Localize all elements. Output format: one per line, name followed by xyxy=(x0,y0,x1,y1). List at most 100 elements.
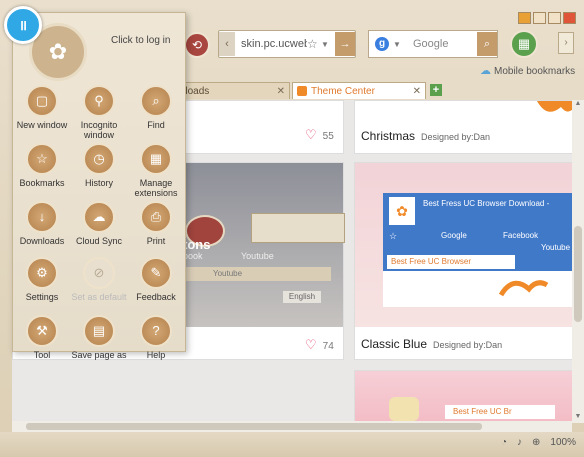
preview-text: Facebook xyxy=(503,231,539,240)
undo-closed-tab-icon[interactable]: ⟲ xyxy=(184,32,210,58)
find-icon: ⌕ xyxy=(140,85,172,117)
bookmark-star-icon: ☆ xyxy=(26,143,58,175)
heart-icon[interactable]: ♡ xyxy=(305,337,317,352)
card-caption: Christmas Designed by:Dan xyxy=(361,129,491,143)
volume-icon[interactable]: ♪ xyxy=(517,437,522,448)
skin-icon[interactable] xyxy=(518,12,531,24)
preview-text: Google xyxy=(441,231,467,240)
scroll-up-icon[interactable]: ▲ xyxy=(572,100,584,110)
horizontal-scrollbar[interactable] xyxy=(12,421,572,432)
theme-card-christmas[interactable]: Christmas Designed by:Dan xyxy=(354,100,572,154)
print-icon: ⎙ xyxy=(140,201,172,233)
address-bar: ‹ skin.pc.ucweb ☆ ▼ → xyxy=(218,30,356,58)
zoom-level[interactable]: 100% xyxy=(550,437,576,448)
menu-manage-extensions[interactable]: ▦ Manage extensions xyxy=(127,143,185,198)
go-arrow-icon[interactable]: → xyxy=(335,32,355,56)
window-controls xyxy=(518,12,576,24)
uc-logo-icon: ✿ xyxy=(389,197,415,225)
cloud-icon: ☁ xyxy=(480,65,491,77)
likes-counter[interactable]: ♡ 55 xyxy=(305,127,334,143)
speed-icon[interactable]: ◔ xyxy=(501,437,507,448)
minimize-icon[interactable] xyxy=(533,12,546,24)
likes-counter[interactable]: ♡ 74 xyxy=(305,337,334,353)
preview-tab: Youtube xyxy=(183,267,331,281)
bookmark-star-icon[interactable]: ☆ xyxy=(307,37,321,51)
search-input[interactable]: Google xyxy=(405,38,477,50)
theme-preview-image: Best Free UC Br xyxy=(355,371,572,423)
back-arrow-icon[interactable]: ‹ xyxy=(219,32,235,56)
menu-history[interactable]: ◷ History xyxy=(70,143,128,188)
login-link[interactable]: Click to log in xyxy=(111,35,170,46)
settings-gear-icon: ⚙ xyxy=(26,257,58,289)
tab-label: Theme Center xyxy=(311,86,375,97)
preview-star-icon: ☆ xyxy=(389,231,398,241)
menu-bookmarks[interactable]: ☆ Bookmarks xyxy=(13,143,71,188)
set-default-icon: ⊘ xyxy=(83,257,115,289)
tab-close-icon[interactable]: ✕ xyxy=(277,83,285,100)
scroll-down-icon[interactable]: ▼ xyxy=(572,413,584,423)
maximize-icon[interactable] xyxy=(548,12,561,24)
menu-toggle-icon[interactable]: ॥ xyxy=(4,6,42,44)
menu-feedback[interactable]: ✎ Feedback xyxy=(127,257,185,302)
cloud-sync-icon: ☁ xyxy=(83,201,115,233)
preview-bow-icon xyxy=(389,397,419,421)
history-clock-icon: ◷ xyxy=(83,143,115,175)
menu-help[interactable]: ? Help xyxy=(127,315,185,360)
engine-dropdown-icon[interactable]: ▼ xyxy=(393,40,405,49)
menu-print[interactable]: ⎙ Print xyxy=(127,201,185,246)
preview-text: English xyxy=(283,291,321,303)
uc-logo-fragment xyxy=(527,101,572,123)
menu-new-window[interactable]: ▢ New window xyxy=(13,85,71,130)
preview-tab: Best Free UC Browser xyxy=(387,255,515,269)
preview-text: tons xyxy=(183,237,211,252)
menu-cloud-sync[interactable]: ☁ Cloud Sync xyxy=(70,201,128,246)
scroll-thumb[interactable] xyxy=(26,423,482,430)
search-icon[interactable]: ⌕ xyxy=(477,32,497,56)
close-icon[interactable] xyxy=(563,12,576,24)
preview-address xyxy=(251,213,345,243)
theme-card[interactable]: Best Free UC Br xyxy=(354,370,572,423)
preview-text: Youtube xyxy=(241,251,274,261)
theme-card-classic-blue[interactable]: ✿ Best Fress UC Browser Download - ☆ Goo… xyxy=(354,162,572,360)
theme-preview-image: ✿ Best Fress UC Browser Download - ☆ Goo… xyxy=(355,163,572,327)
menu-downloads[interactable]: ↓ Downloads xyxy=(13,201,71,246)
download-icon: ↓ xyxy=(26,201,58,233)
preview-text: Best Fress UC Browser Download - xyxy=(423,199,550,208)
window-icon: ▢ xyxy=(26,85,58,117)
uc-tab-icon xyxy=(297,86,307,97)
preview-text: Youtube xyxy=(541,243,571,252)
status-bar: ◔ ♪ ⊕ 100% xyxy=(0,432,584,457)
heart-icon[interactable]: ♡ xyxy=(305,127,317,142)
vertical-scrollbar[interactable]: ▲ ▼ xyxy=(572,100,584,423)
search-bar: g ▼ Google ⌕ xyxy=(368,30,498,58)
app-center-icon[interactable]: ▦ xyxy=(510,30,538,58)
zoom-icon[interactable]: ⊕ xyxy=(532,437,540,448)
address-input[interactable]: skin.pc.ucweb xyxy=(235,38,307,50)
preview-window: ✿ Best Fress UC Browser Download - ☆ Goo… xyxy=(383,193,572,307)
help-icon: ? xyxy=(140,315,172,347)
extensions-icon: ▦ xyxy=(140,143,172,175)
status-tools: ◔ ♪ ⊕ 100% xyxy=(501,437,576,448)
feedback-pencil-icon: ✎ xyxy=(140,257,172,289)
address-dropdown-icon[interactable]: ▼ xyxy=(321,40,335,49)
preview-tab: Best Free UC Br xyxy=(445,405,555,419)
card-caption: Classic Blue Designed by:Dan xyxy=(361,337,503,351)
browser-window: ⟲ ‹ skin.pc.ucweb ☆ ▼ → g ▼ Google ⌕ ▦ ›… xyxy=(0,0,584,457)
save-page-icon: ▤ xyxy=(83,315,115,347)
scroll-thumb[interactable] xyxy=(574,226,582,322)
menu-set-as-default[interactable]: ⊘ Set as default xyxy=(70,257,128,302)
menu-tool[interactable]: ⚒ Tool xyxy=(13,315,71,360)
menu-save-page-as[interactable]: ▤ Save page as xyxy=(70,315,128,360)
google-engine-icon[interactable]: g xyxy=(375,37,389,51)
tab-close-icon[interactable]: ✕ xyxy=(413,83,421,100)
menu-incognito-window[interactable]: ⚲ Incognito window xyxy=(70,85,128,140)
toolbar-more-icon[interactable]: › xyxy=(558,32,574,54)
main-menu-panel: ✿ Click to log in ▢ New window ⚲ Incognito… xyxy=(12,12,186,360)
tool-wrench-icon: ⚒ xyxy=(26,315,58,347)
incognito-icon: ⚲ xyxy=(83,85,115,117)
menu-settings[interactable]: ⚙ Settings xyxy=(13,257,71,302)
menu-find[interactable]: ⌕ Find xyxy=(127,85,185,130)
new-tab-icon[interactable]: + xyxy=(430,84,442,96)
mobile-bookmarks-link[interactable]: ☁ Mobile bookmarks xyxy=(480,64,575,77)
tab-theme-center[interactable]: Theme Center ✕ xyxy=(292,82,426,99)
